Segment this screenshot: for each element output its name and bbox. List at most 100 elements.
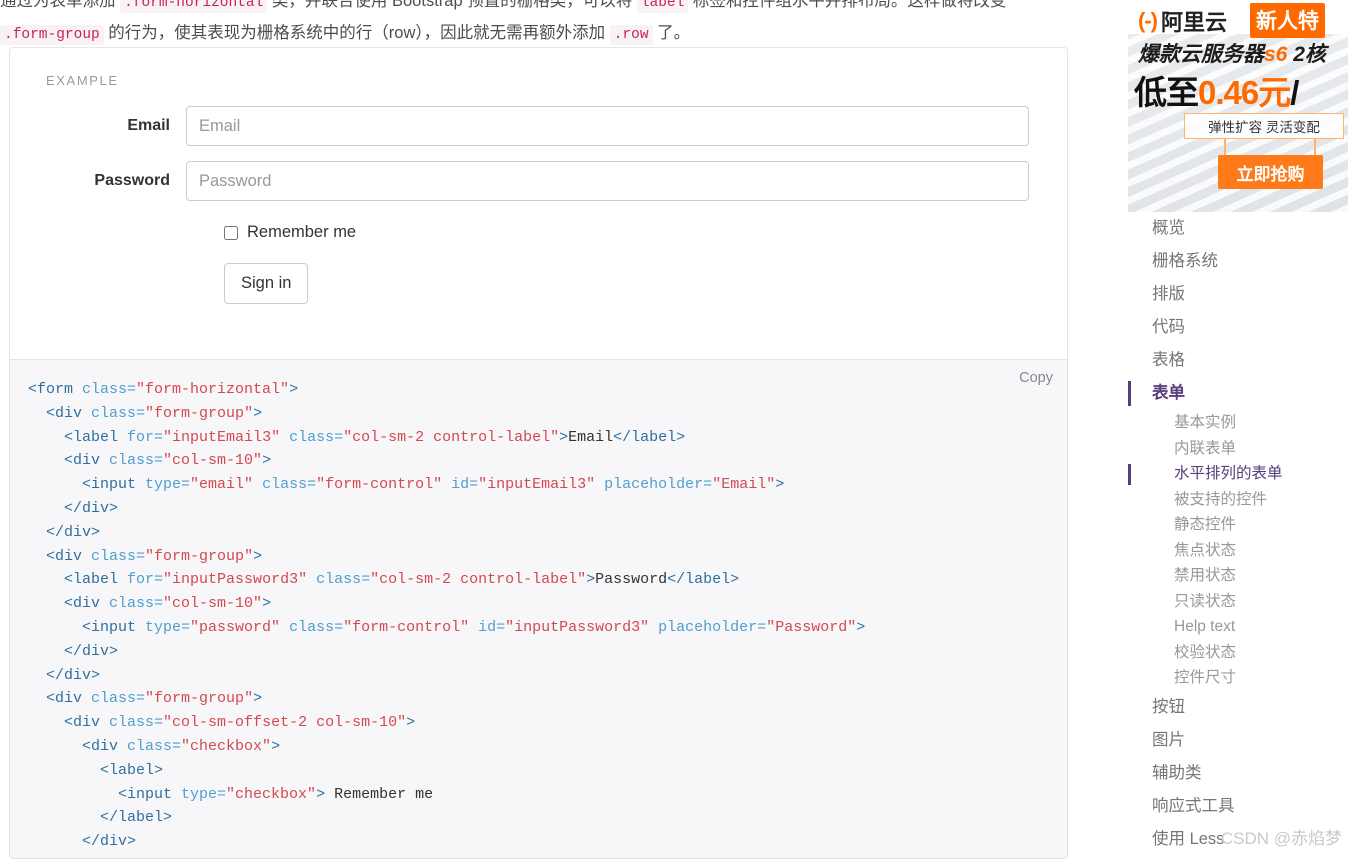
sidebar-subitem-被支持的控件[interactable]: 被支持的控件 <box>1128 487 1348 513</box>
code-token: Remember me <box>325 785 434 803</box>
code-token: <div <box>64 452 110 470</box>
code-token: > <box>586 571 596 589</box>
sidebar-item-图片[interactable]: 图片 <box>1128 724 1348 757</box>
offset-spacer <box>29 216 224 304</box>
nav-item-label: 使用 Less <box>1152 829 1225 848</box>
code-token: > <box>856 618 866 636</box>
code-token: > <box>775 476 785 494</box>
sidebar-item-表格[interactable]: 表格 <box>1128 344 1348 377</box>
nav-item-label: 内联表单 <box>1174 439 1237 457</box>
code-token: <input <box>118 785 182 803</box>
sidebar-item-排版[interactable]: 排版 <box>1128 278 1348 311</box>
nav-item-label: 响应式工具 <box>1152 796 1235 815</box>
code-token: type= <box>145 476 191 494</box>
nav-item-label: 图片 <box>1152 730 1185 749</box>
code-token: "inputPassword3" <box>505 618 650 636</box>
sidebar-subitem-Help-text[interactable]: Help text <box>1128 614 1348 640</box>
code-token: </div> <box>64 499 119 517</box>
sidebar-subitem-水平排列的表单[interactable]: 水平排列的表单 <box>1128 461 1348 487</box>
remember-me-row[interactable]: Remember me <box>224 223 356 242</box>
sidebar-subitem-只读状态[interactable]: 只读状态 <box>1128 589 1348 615</box>
page-root: 通过为表单添加 .form-horizontal 类，并联合使用 Bootstr… <box>0 0 1348 859</box>
code-token: </div> <box>46 666 101 684</box>
sidebar-subitem-静态控件[interactable]: 静态控件 <box>1128 512 1348 538</box>
code-token: > <box>289 381 299 398</box>
advertisement-banner[interactable]: (-) 阿里云 新人特 爆款云服务器s6 2核 低至0.46元/ 弹性扩容 灵活… <box>1128 0 1348 212</box>
aliyun-brand-name: 阿里云 <box>1160 10 1227 35</box>
sidebar-item-代码[interactable]: 代码 <box>1128 311 1348 344</box>
code-token: id= <box>469 618 506 636</box>
code-token: </div> <box>82 833 137 851</box>
nav-item-label: 基本实例 <box>1174 414 1237 431</box>
code-token: "col-sm-offset-2 col-sm-10" <box>163 714 407 732</box>
code-token: <form <box>28 381 83 398</box>
password-input[interactable] <box>186 161 1029 201</box>
code-token: <div <box>46 404 92 422</box>
password-input-wrapper <box>186 161 1048 201</box>
code-token: "form-group" <box>145 404 254 422</box>
ad-headline-1b: 2核 <box>1287 43 1326 66</box>
nav-item-label: 焦点状态 <box>1174 541 1237 559</box>
code-token: <div <box>64 714 110 732</box>
code-token: <label <box>64 571 128 589</box>
form-group-actions: Remember me Sign in <box>10 216 1067 305</box>
code-token: "password" <box>190 618 281 636</box>
inline-code-form-group: .form-group <box>0 25 104 45</box>
code-token: Password <box>595 571 668 589</box>
intro-text-1b: 类，并联合使用 Bootstrap 预置的栅格类，可以将 <box>267 0 637 10</box>
sidebar-item-概览[interactable]: 概览 <box>1128 212 1348 245</box>
sidebar-item-栅格系统[interactable]: 栅格系统 <box>1128 245 1348 278</box>
email-input[interactable] <box>186 106 1029 146</box>
code-token: class= <box>253 476 317 494</box>
code-token: <label> <box>100 761 164 779</box>
nav-item-label: 概览 <box>1152 219 1185 237</box>
code-token: > <box>559 428 569 446</box>
code-token: class= <box>109 714 164 732</box>
code-token: "Email" <box>712 476 776 494</box>
remember-me-checkbox[interactable] <box>224 225 238 240</box>
sidebar-subitem-禁用状态[interactable]: 禁用状态 <box>1128 563 1348 589</box>
code-token: type= <box>145 618 191 636</box>
aliyun-logo: (-) 阿里云 <box>1138 5 1227 37</box>
code-token: Email <box>568 428 614 446</box>
code-token: "form-group" <box>145 690 254 708</box>
code-token: placeholder= <box>595 476 713 494</box>
sidebar-subitem-焦点状态[interactable]: 焦点状态 <box>1128 538 1348 564</box>
code-token: class= <box>109 595 164 613</box>
copy-button[interactable]: Copy <box>1019 370 1053 386</box>
code-snippet[interactable]: <form class="form-horizontal"> <div clas… <box>10 360 1067 858</box>
sidebar-subitem-校验状态[interactable]: 校验状态 <box>1128 640 1348 666</box>
nav-item-label: Help text <box>1174 618 1236 635</box>
ad-headline-2a: 低至 <box>1134 74 1199 111</box>
sidebar-subitem-内联表单[interactable]: 内联表单 <box>1128 436 1348 462</box>
actions-column: Remember me Sign in <box>224 216 356 305</box>
sidebar-subitem-基本实例[interactable]: 基本实例 <box>1128 410 1348 436</box>
sign-in-button[interactable]: Sign in <box>224 263 309 305</box>
code-token: "email" <box>190 476 254 494</box>
sidebar-item-按钮[interactable]: 按钮 <box>1128 691 1348 724</box>
sidebar-item-辅助类[interactable]: 辅助类 <box>1128 757 1348 790</box>
main-content-column: 通过为表单添加 .form-horizontal 类，并联合使用 Bootstr… <box>0 0 1128 859</box>
ad-cta-button[interactable]: 立即抢购 <box>1218 155 1323 189</box>
sidebar-subitem-控件尺寸[interactable]: 控件尺寸 <box>1128 665 1348 691</box>
sidebar-item-表单[interactable]: 表单 <box>1128 377 1348 410</box>
sidebar-nav: 概览栅格系统 排版 代码 表格 表单基本实例内联表单水平排列的表单 被支持的控件 静态控件焦… <box>1128 212 1348 856</box>
code-token: </label> <box>613 428 686 446</box>
ad-headline-2: 低至0.46元/ <box>1134 66 1299 114</box>
code-token: class= <box>91 404 146 422</box>
sidebar-item-响应式工具[interactable]: 响应式工具 <box>1128 790 1348 823</box>
code-token: type= <box>181 785 227 803</box>
intro-text-1c: 标签和控件组水平并排布局。这样做将改变 <box>688 0 1007 10</box>
intro-line-2: .form-group 的行为，使其表现为栅格系统中的行（row），因此就无需再… <box>0 18 1090 50</box>
nav-item-label: 禁用状态 <box>1174 567 1237 584</box>
intro-text-2b: 了。 <box>652 24 691 42</box>
inline-code-label: label <box>636 0 689 13</box>
code-token: <label <box>64 428 128 446</box>
code-token: > <box>262 452 272 470</box>
